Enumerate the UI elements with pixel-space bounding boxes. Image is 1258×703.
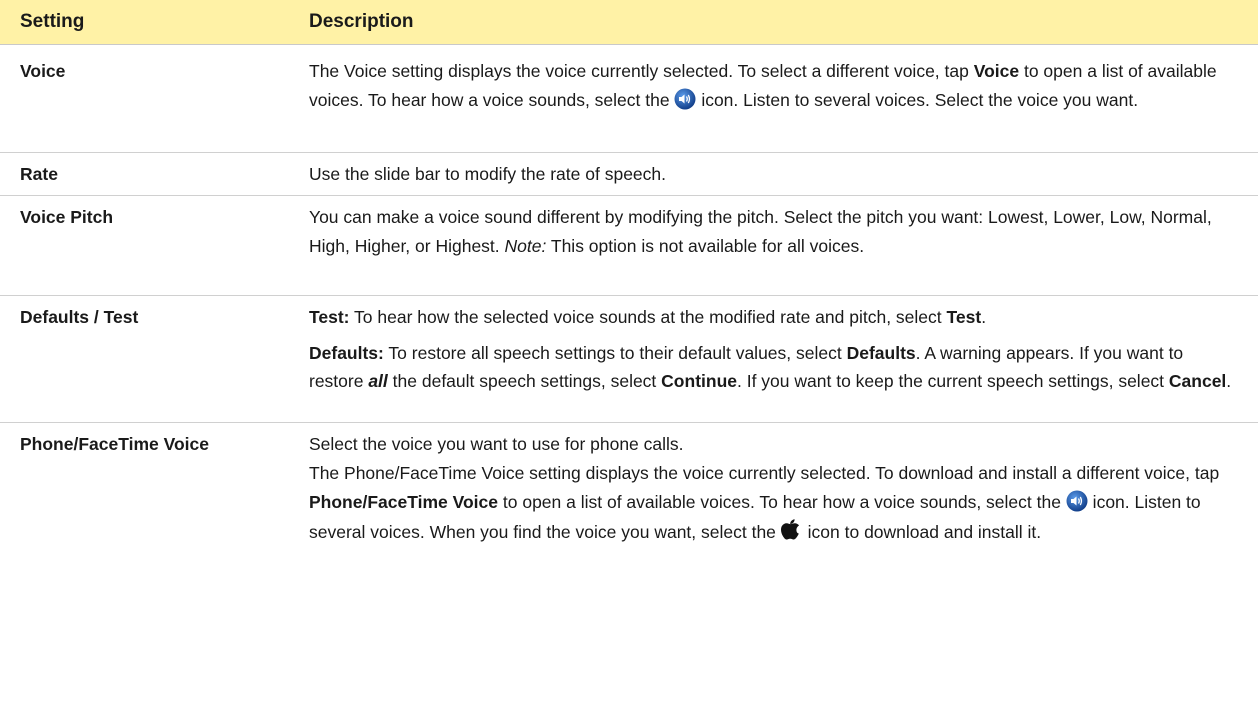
voice-text-1: The Voice setting displays the voice cur… xyxy=(309,61,974,81)
description-rate: Use the slide bar to modify the rate of … xyxy=(309,164,666,184)
speaker-icon xyxy=(1066,490,1088,512)
defaults-all: all xyxy=(368,371,388,391)
defaults-bold: Defaults xyxy=(846,342,916,363)
header-description: Description xyxy=(309,11,414,32)
phone-bold: Phone/FaceTime Voice xyxy=(309,492,499,512)
defaults-label: Defaults: xyxy=(309,342,384,363)
phone-text-2: to open a list of available voices. To h… xyxy=(498,492,1066,512)
continue-bold: Continue xyxy=(661,371,737,391)
setting-voice: Voice xyxy=(20,61,66,81)
table-row: Defaults / Test Test: To hear how the se… xyxy=(0,296,1258,423)
setting-phone-facetime-voice: Phone/FaceTime Voice xyxy=(20,434,210,454)
table-header: Setting Description xyxy=(0,0,1258,45)
setting-voice-pitch: Voice Pitch xyxy=(20,207,114,227)
table-row: Voice The Voice setting displays the voi… xyxy=(0,45,1258,153)
test-text: To hear how the selected voice sounds at… xyxy=(349,307,947,327)
defaults-text-4: . If you want to keep the current speech… xyxy=(737,371,1169,391)
phone-line-1: Select the voice you want to use for pho… xyxy=(309,434,684,454)
description-voice: The Voice setting displays the voice cur… xyxy=(291,45,1258,152)
phone-text-4: icon to download and install it. xyxy=(802,521,1042,542)
voice-text-3: icon. Listen to several voices. Select t… xyxy=(696,89,1139,110)
table-row: Voice Pitch You can make a voice sound d… xyxy=(0,196,1258,296)
header-setting: Setting xyxy=(20,11,85,32)
settings-table: Setting Description Voice The Voice sett… xyxy=(0,0,1258,703)
setting-rate: Rate xyxy=(20,164,58,184)
test-end: . xyxy=(981,307,987,327)
test-paragraph: Test: To hear how the selected voice sou… xyxy=(309,303,1242,332)
apple-icon xyxy=(780,518,803,540)
description-defaults-test: Test: To hear how the selected voice sou… xyxy=(291,296,1258,422)
pitch-text-2: This option is not available for all voi… xyxy=(546,235,865,256)
test-label: Test: xyxy=(309,307,350,327)
defaults-text-1: To restore all speech settings to their … xyxy=(383,342,847,363)
defaults-paragraph: Defaults: To restore all speech settings… xyxy=(309,339,1242,396)
defaults-text-5: . xyxy=(1226,371,1232,391)
test-bold: Test xyxy=(946,307,982,327)
description-phone-facetime-voice: Select the voice you want to use for pho… xyxy=(291,423,1258,703)
cancel-bold: Cancel xyxy=(1168,371,1227,391)
description-voice-pitch: You can make a voice sound different by … xyxy=(291,196,1258,295)
phone-paragraph: The Phone/FaceTime Voice setting display… xyxy=(309,459,1242,548)
table-row: Rate Use the slide bar to modify the rat… xyxy=(0,153,1258,196)
phone-text-1: The Phone/FaceTime Voice setting display… xyxy=(309,462,1220,483)
speaker-icon xyxy=(674,88,696,110)
defaults-text-3: the default speech settings, select xyxy=(387,371,662,391)
voice-bold: Voice xyxy=(973,61,1020,81)
pitch-note: Note: xyxy=(504,235,547,256)
table-row: Phone/FaceTime Voice Select the voice yo… xyxy=(0,423,1258,703)
setting-defaults-test: Defaults / Test xyxy=(20,307,139,327)
